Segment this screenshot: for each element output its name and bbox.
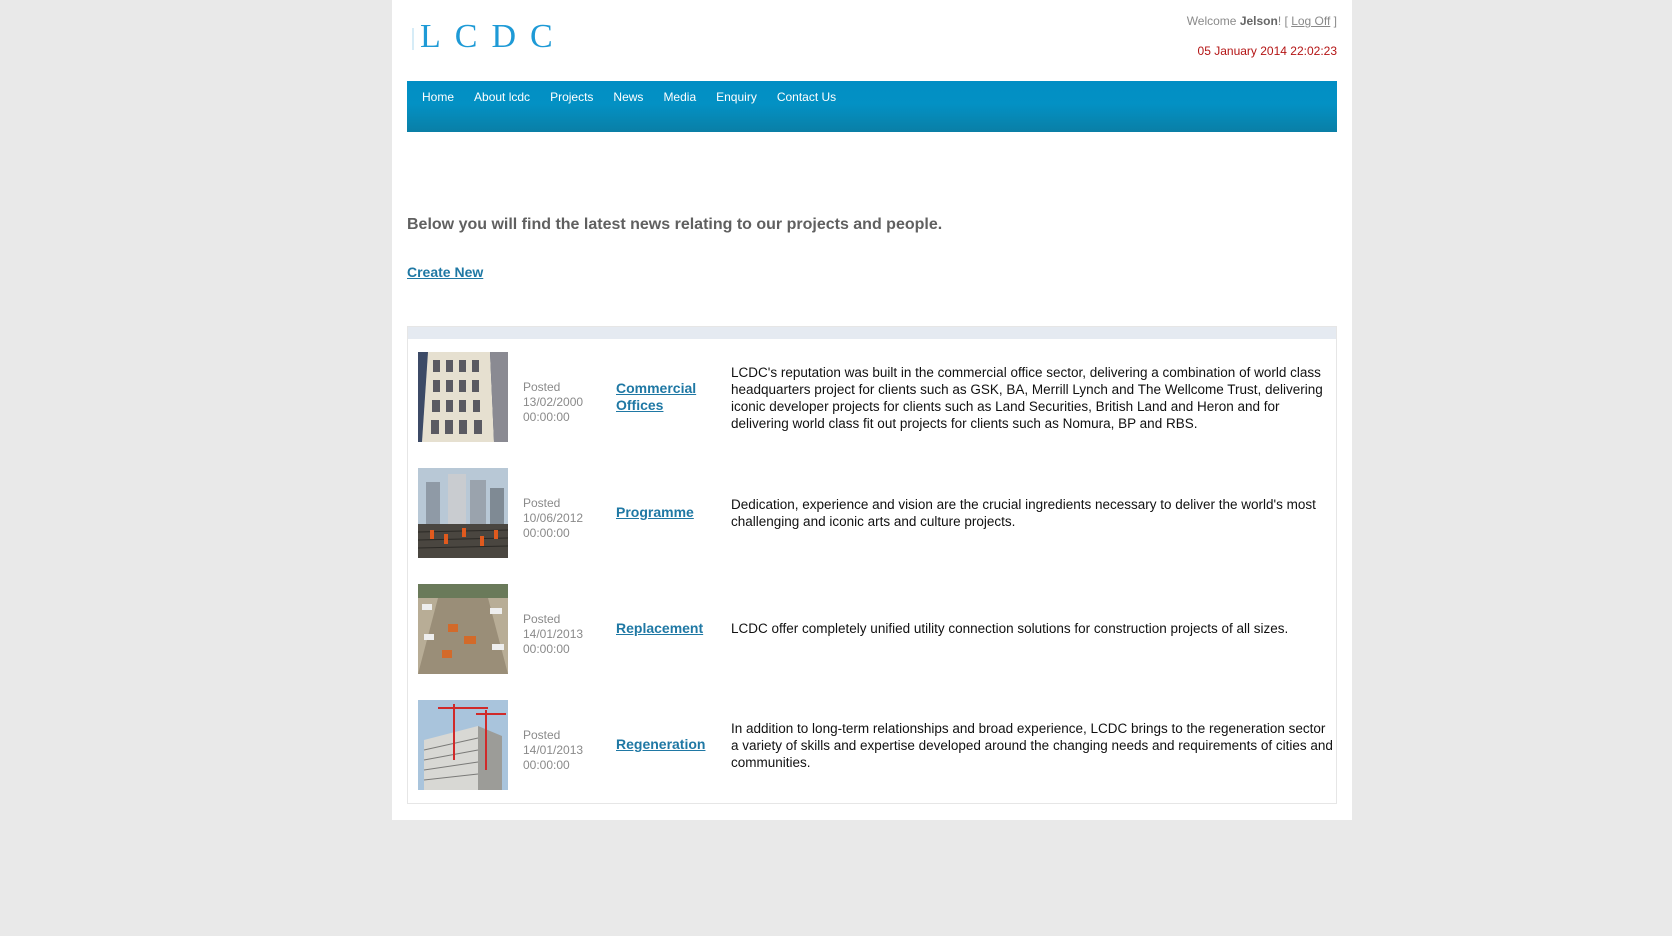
news-description: LCDC's reputation was built in the comme… [731,365,1323,431]
posted-time: 00:00:00 [523,526,570,540]
news-description: In addition to long-term relationships a… [731,721,1333,770]
news-title-link[interactable]: Programme [616,504,726,521]
welcome-prefix: Welcome [1186,14,1240,28]
nav-projects[interactable]: Projects [540,81,603,113]
logout-suffix: ] [1330,14,1337,28]
posted-date: 13/02/2000 [523,395,584,409]
nav-home[interactable]: Home [412,81,464,113]
login-status: Welcome Jelson! [ Log Off ] [1187,14,1337,28]
nav-contact[interactable]: Contact Us [767,81,846,113]
posted-date: 10/06/2012 [523,511,584,525]
news-posted-info: Posted 10/06/2012 00:00:00 [523,496,603,541]
posted-time: 00:00:00 [523,410,570,424]
news-thumbnail-construction [418,468,508,558]
news-thumbnail-office [418,352,508,442]
create-new-link[interactable]: Create New [407,264,483,280]
nav-media[interactable]: Media [653,81,706,113]
news-description: Dedication, experience and vision are th… [731,497,1316,529]
news-posted-info: Posted 13/02/2000 00:00:00 [523,380,603,425]
posted-time: 00:00:00 [523,758,570,772]
news-item: Posted 13/02/2000 00:00:00 Commercial Of… [408,352,1336,442]
news-posted-info: Posted 14/01/2013 00:00:00 [523,728,603,773]
page-intro: Below you will find the latest news rela… [407,216,943,233]
nav-enquiry[interactable]: Enquiry [706,81,767,113]
site-logo[interactable]: LCDC [412,18,567,56]
news-item: Posted 10/06/2012 00:00:00 Programme Ded… [408,468,1336,558]
logo-text: LCDC [420,18,567,55]
logout-link[interactable]: Log Off [1291,14,1330,28]
logo-mark [412,28,414,51]
welcome-suffix: ! [ [1277,14,1292,28]
nav-about[interactable]: About lcdc [464,81,540,113]
main-nav: Home About lcdc Projects News Media Enqu… [407,81,1337,132]
nav-news[interactable]: News [603,81,653,113]
posted-label: Posted [523,380,561,394]
posted-time: 00:00:00 [523,642,570,656]
posted-date: 14/01/2013 [523,627,584,641]
posted-label: Posted [523,728,561,742]
news-list-header [408,327,1336,339]
news-title-link[interactable]: Replacement [616,620,726,637]
news-title-link[interactable]: Commercial Offices [616,380,726,414]
news-thumbnail-street-works [418,584,508,674]
news-list: Posted 13/02/2000 00:00:00 Commercial Of… [407,326,1337,804]
posted-date: 14/01/2013 [523,743,584,757]
news-description: LCDC offer completely unified utility co… [731,621,1289,636]
username: Jelson [1239,14,1278,28]
news-item: Posted 14/01/2013 00:00:00 Regeneration … [408,700,1336,790]
page-container: LCDC Welcome Jelson! [ Log Off ] 05 Janu… [392,0,1352,820]
current-datetime: 05 January 2014 22:02:23 [1197,44,1337,58]
posted-label: Posted [523,496,561,510]
news-posted-info: Posted 14/01/2013 00:00:00 [523,612,603,657]
news-title-link[interactable]: Regeneration [616,736,726,753]
news-thumbnail-cranes [418,700,508,790]
news-item: Posted 14/01/2013 00:00:00 Replacement L… [408,584,1336,674]
posted-label: Posted [523,612,561,626]
